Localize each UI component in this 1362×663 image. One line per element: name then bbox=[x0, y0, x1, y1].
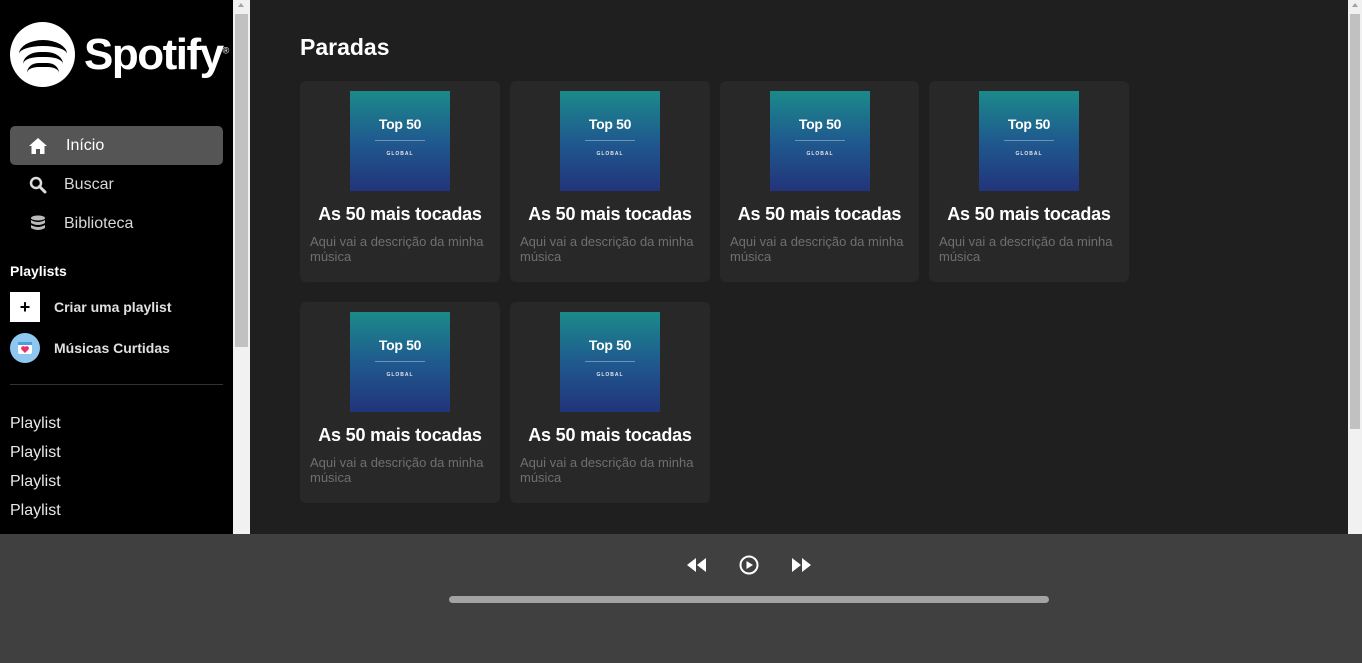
cover-title: Top 50 bbox=[588, 116, 632, 132]
card-title: As 50 mais tocadas bbox=[318, 204, 482, 224]
scroll-up-arrow-icon[interactable] bbox=[238, 3, 244, 7]
playlist-cover: Top 50 GLOBAL bbox=[560, 312, 660, 412]
rewind-button[interactable] bbox=[686, 555, 708, 580]
scroll-up-arrow-icon[interactable] bbox=[1352, 3, 1358, 7]
cover-subtitle: GLOBAL bbox=[1015, 151, 1043, 157]
nav-item-inicio[interactable]: Início bbox=[10, 126, 223, 165]
cover-subtitle: GLOBAL bbox=[596, 151, 624, 157]
cover-divider bbox=[375, 140, 425, 141]
playlist-cover: Top 50 GLOBAL bbox=[560, 91, 660, 191]
liked-songs-button[interactable]: Músicas Curtidas bbox=[10, 333, 170, 363]
nav-item-buscar[interactable]: Buscar bbox=[10, 165, 223, 204]
playlist-item[interactable]: Playlist bbox=[10, 414, 61, 443]
cover-subtitle: GLOBAL bbox=[386, 151, 414, 157]
create-playlist-label: Criar uma playlist bbox=[54, 299, 172, 315]
sidebar: Spotify® Início Buscar Biblioteca Playli… bbox=[0, 0, 233, 534]
cover-title: Top 50 bbox=[798, 116, 842, 132]
playlist-card[interactable]: Top 50 GLOBAL As 50 mais tocadas Aqui va… bbox=[510, 302, 710, 503]
cover-subtitle: GLOBAL bbox=[596, 372, 624, 378]
scrollbar-thumb[interactable] bbox=[1350, 14, 1360, 429]
logo-text: Spotify® bbox=[84, 29, 230, 79]
playlist-cover: Top 50 GLOBAL bbox=[350, 312, 450, 412]
fast-forward-icon bbox=[790, 555, 812, 580]
sidebar-divider bbox=[10, 384, 223, 385]
cover-title: Top 50 bbox=[1007, 116, 1051, 132]
playlist-cover: Top 50 GLOBAL bbox=[350, 91, 450, 191]
spotify-logo[interactable]: Spotify® bbox=[10, 22, 229, 87]
database-icon bbox=[28, 214, 48, 234]
card-description: Aqui vai a descrição da minha música bbox=[520, 234, 694, 264]
card-description: Aqui vai a descrição da minha música bbox=[520, 455, 694, 485]
cover-divider bbox=[795, 140, 845, 141]
cover-title: Top 50 bbox=[378, 116, 422, 132]
search-icon bbox=[28, 175, 48, 195]
card-description: Aqui vai a descrição da minha música bbox=[310, 455, 484, 485]
cover-divider bbox=[1004, 140, 1054, 141]
scrollbar-thumb[interactable] bbox=[235, 14, 248, 347]
progress-bar[interactable] bbox=[449, 596, 1049, 603]
create-playlist-button[interactable]: + Criar uma playlist bbox=[10, 292, 172, 322]
nav-item-label: Biblioteca bbox=[64, 214, 134, 232]
nav-item-label: Buscar bbox=[64, 175, 114, 193]
play-circle-icon bbox=[738, 554, 760, 581]
cover-divider bbox=[585, 361, 635, 362]
player-bar bbox=[0, 534, 1362, 663]
spotify-logo-icon bbox=[10, 22, 75, 87]
playlist-card[interactable]: Top 50 GLOBAL As 50 mais tocadas Aqui va… bbox=[929, 81, 1129, 282]
section-title: Paradas bbox=[300, 34, 390, 60]
nav-item-label: Início bbox=[66, 136, 105, 154]
fast-forward-button[interactable] bbox=[790, 555, 812, 580]
card-title: As 50 mais tocadas bbox=[947, 204, 1111, 224]
playlists-heading: Playlists bbox=[10, 263, 67, 279]
card-title: As 50 mais tocadas bbox=[318, 425, 482, 445]
rewind-icon bbox=[686, 555, 708, 580]
main-scrollbar[interactable] bbox=[1348, 0, 1362, 534]
liked-songs-label: Músicas Curtidas bbox=[54, 340, 170, 356]
cover-divider bbox=[375, 361, 425, 362]
card-title: As 50 mais tocadas bbox=[737, 204, 902, 224]
playlist-card[interactable]: Top 50 GLOBAL As 50 mais tocadas Aqui va… bbox=[300, 302, 500, 503]
playlist-item[interactable]: Playlist bbox=[10, 443, 61, 472]
play-button[interactable] bbox=[738, 554, 760, 581]
card-description: Aqui vai a descrição da minha música bbox=[939, 234, 1113, 264]
nav-item-biblioteca[interactable]: Biblioteca bbox=[10, 204, 223, 243]
playlist-item[interactable]: Playlist bbox=[10, 472, 61, 501]
cover-title: Top 50 bbox=[378, 337, 422, 353]
plus-icon: + bbox=[10, 292, 40, 322]
cover-subtitle: GLOBAL bbox=[806, 151, 834, 157]
playlist-card[interactable]: Top 50 GLOBAL As 50 mais tocadas Aqui va… bbox=[510, 81, 710, 282]
playlist-card[interactable]: Top 50 GLOBAL As 50 mais tocadas Aqui va… bbox=[720, 81, 919, 282]
playlist-item[interactable]: Playlist bbox=[10, 501, 61, 530]
main-nav: Início Buscar Biblioteca bbox=[10, 126, 223, 243]
main-content: Paradas Top 50 GLOBAL As 50 mais tocadas… bbox=[250, 0, 1348, 534]
cover-divider bbox=[585, 140, 635, 141]
card-description: Aqui vai a descrição da minha música bbox=[310, 234, 484, 264]
card-title: As 50 mais tocadas bbox=[528, 425, 692, 445]
playlist-cover: Top 50 GLOBAL bbox=[770, 91, 870, 191]
card-title: As 50 mais tocadas bbox=[528, 204, 692, 224]
playback-controls bbox=[686, 554, 812, 581]
home-icon bbox=[28, 136, 48, 156]
playlist-cover: Top 50 GLOBAL bbox=[979, 91, 1079, 191]
playlist-list: Playlist Playlist Playlist Playlist bbox=[10, 414, 61, 530]
sidebar-scrollbar[interactable] bbox=[233, 0, 250, 534]
playlist-card[interactable]: Top 50 GLOBAL As 50 mais tocadas Aqui va… bbox=[300, 81, 500, 282]
cover-subtitle: GLOBAL bbox=[386, 372, 414, 378]
liked-songs-icon bbox=[10, 333, 40, 363]
card-description: Aqui vai a descrição da minha música bbox=[730, 234, 904, 264]
cover-title: Top 50 bbox=[588, 337, 632, 353]
